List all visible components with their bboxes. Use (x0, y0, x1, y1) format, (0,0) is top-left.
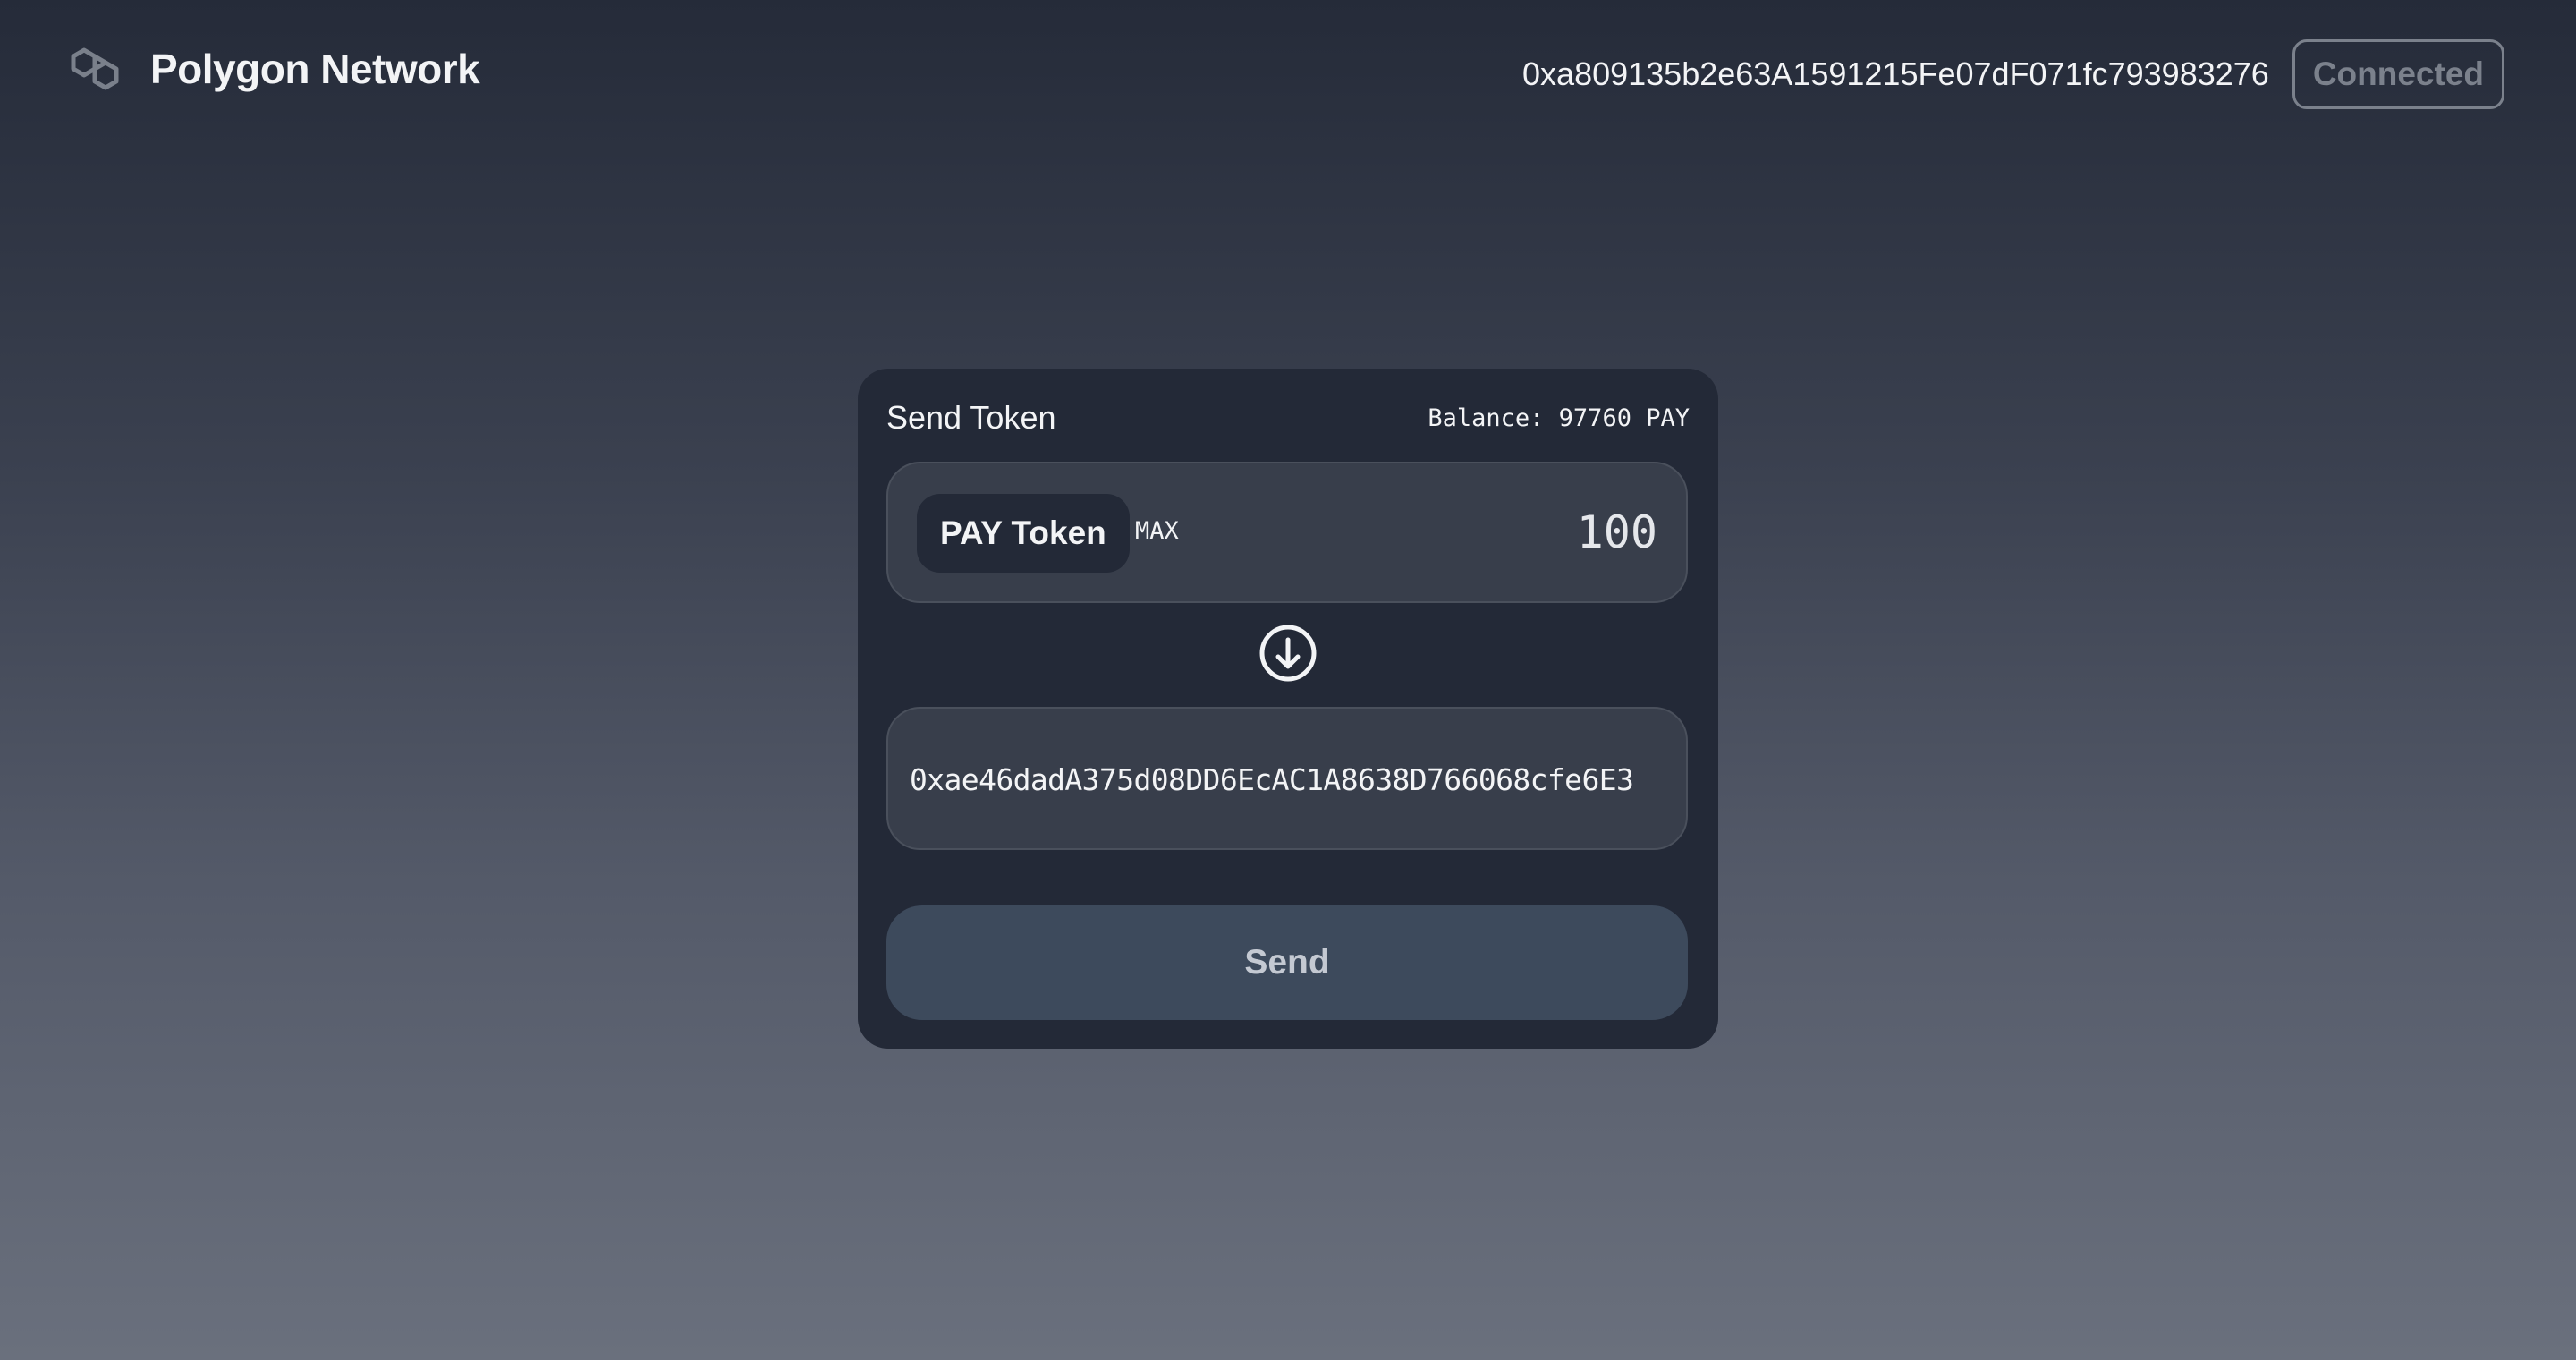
balance-display: Balance: 97760 PAY (1428, 404, 1690, 432)
account-area: 0xa809135b2e63A1591215Fe07dF071fc7939832… (1522, 38, 2504, 111)
wallet-address: 0xa809135b2e63A1591215Fe07dF071fc7939832… (1522, 55, 2269, 92)
arrow-down-circle-icon (1259, 625, 1317, 682)
top-bar: Polygon Network 0xa809135b2e63A1591215Fe… (0, 0, 2576, 152)
card-title: Send Token (886, 399, 1056, 436)
balance-unit: PAY (1646, 404, 1690, 432)
token-selector[interactable]: PAY Token (917, 494, 1130, 573)
send-button[interactable]: Send (886, 905, 1688, 1020)
brand-name: Polygon Network (150, 46, 480, 92)
amount-input[interactable] (1389, 501, 1657, 564)
polygon-logo-icon (71, 47, 119, 90)
brand[interactable]: Polygon Network (70, 39, 480, 98)
balance-label: Balance: (1428, 404, 1545, 432)
recipient-address-input[interactable] (910, 748, 1668, 811)
balance-value: 97760 (1558, 404, 1631, 432)
amount-field: PAY Token MAX (886, 462, 1688, 603)
send-token-card: Send Token Balance: 97760 PAY PAY Token … (858, 369, 1718, 1049)
recipient-field (886, 707, 1688, 850)
max-button[interactable]: MAX (1135, 517, 1179, 545)
connected-button[interactable]: Connected (2292, 39, 2504, 109)
